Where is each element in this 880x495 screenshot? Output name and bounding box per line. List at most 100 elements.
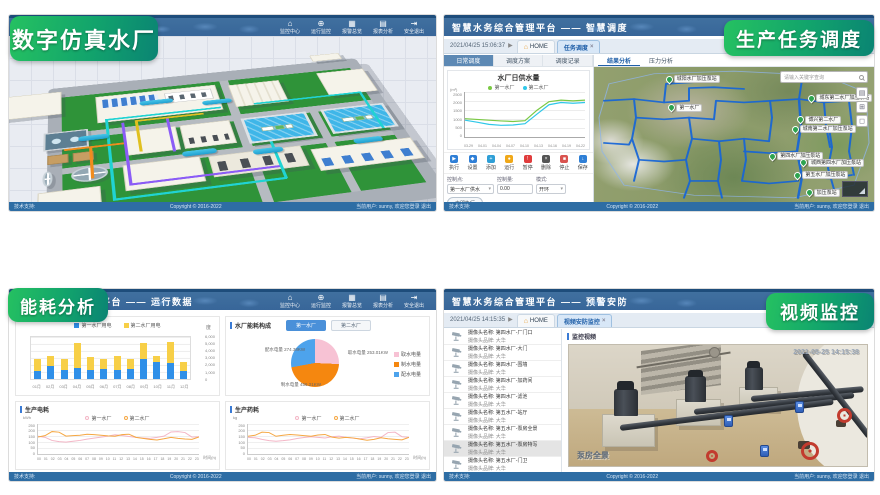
legend-item: 第一水厂用电 — [74, 322, 111, 329]
toolbar-label: 设置 — [468, 164, 478, 171]
x-tick: 09 — [99, 457, 103, 461]
map-layers-button[interactable]: ▤ — [856, 87, 868, 99]
y-tick: 200 — [238, 428, 245, 433]
y-tick: 1500 — [453, 108, 462, 113]
close-icon[interactable]: × — [602, 318, 606, 324]
map-overview-widget[interactable] — [842, 181, 868, 197]
toolbar-button-执行[interactable]: ▶执行 — [445, 155, 463, 171]
bar-group[interactable] — [114, 356, 121, 379]
camera-list-item-8[interactable]: 摄像头名称: 第五水厂-泵房特写摄像头品牌: 大华 — [444, 441, 561, 457]
nav-item-4[interactable]: ▤报表分析 — [371, 293, 395, 309]
toolbar-button-设置[interactable]: ◆设置 — [463, 155, 481, 171]
pipe-network-map[interactable]: 请输入关键字查询 ▤ ⊞ ◻ 城阳水厂加压泵站第一水厂城东第二水厂加压泵站博兴第… — [594, 67, 874, 202]
tab-home[interactable]: ⌂ HOME — [517, 40, 555, 53]
subtab-1[interactable]: 日常调度 — [444, 55, 494, 66]
camera-list-item-7[interactable]: 摄像头名称: 第五水厂-泵房全景摄像头品牌: 大华 — [444, 425, 561, 441]
close-icon[interactable]: × — [590, 44, 594, 50]
nav-item-5[interactable]: ⇥安全退出 — [402, 19, 426, 35]
nav-item-2[interactable]: ⊕运行监控 — [309, 293, 333, 309]
bar-group[interactable] — [61, 359, 68, 379]
map-marker[interactable]: 第五水厂加压泵站 — [794, 171, 848, 179]
control-value-input[interactable]: 0.00 — [497, 184, 533, 194]
nav-item-2[interactable]: ⊕运行监控 — [309, 19, 333, 35]
x-tick: 05 — [281, 457, 285, 461]
nav-item-3[interactable]: ▦报警总览 — [340, 293, 364, 309]
legend-item: 第一水厂 — [488, 84, 514, 91]
collapse-arrow-icon[interactable]: ▶ — [508, 42, 513, 49]
nav-item-3[interactable]: ▦报警总览 — [340, 19, 364, 35]
nav-item-1[interactable]: ⌂监控中心 — [278, 293, 302, 309]
map-marker[interactable]: 第一水厂 — [668, 104, 702, 112]
footer-user[interactable]: 当前用户: sunny, 欢迎您登录 退出 — [356, 203, 431, 210]
camera-list-item-6[interactable]: 摄像头名称: 第五水厂-站厅摄像头品牌: 大华 — [444, 409, 561, 425]
footer-user[interactable]: 当前用户: sunny, 欢迎您登录 退出 — [356, 473, 431, 480]
subtab-2[interactable]: 调度方案 — [494, 55, 544, 66]
map-marker[interactable]: 博兴第二水厂 — [797, 116, 841, 124]
toolbar-button-删除[interactable]: ×删除 — [537, 155, 555, 171]
bar-group[interactable] — [47, 356, 54, 379]
title-accent — [567, 333, 569, 340]
map-fullscreen-button[interactable]: ◻ — [856, 115, 868, 127]
x-tick: 16 — [147, 457, 151, 461]
toolbar-button-添加[interactable]: +添加 — [482, 155, 500, 171]
nav-item-1[interactable]: ⌂监控中心 — [278, 19, 302, 35]
tab-video-security[interactable]: 视频安防监控× — [557, 314, 613, 327]
y-tick: 100 — [28, 440, 35, 445]
camera-list-item-4[interactable]: 摄像头名称: 第四水厂-加药间摄像头品牌: 大华 — [444, 377, 561, 393]
collapse-arrow-icon[interactable]: ▶ — [508, 316, 513, 323]
map-marker[interactable]: 城阳水厂加压泵站 — [666, 75, 720, 83]
bar-group[interactable] — [180, 362, 187, 379]
bar-group[interactable] — [127, 359, 134, 379]
x-tick: 06 — [288, 457, 292, 461]
exit-icon: ⇥ — [411, 293, 418, 302]
bar-group[interactable] — [100, 359, 107, 379]
mode-select[interactable]: 开环▾ — [536, 184, 566, 194]
map-search-input[interactable]: 请输入关键字查询 — [780, 71, 868, 83]
footer-user[interactable]: 当前用户: sunny, 欢迎您登录 退出 — [794, 203, 869, 210]
control-point-select[interactable]: 第一水厂供水▾ — [447, 184, 494, 194]
nav-item-4[interactable]: ▤报表分析 — [371, 19, 395, 35]
toolbar-button-暂停[interactable]: !暂停 — [519, 155, 537, 171]
map-marker[interactable]: 加压泵站 — [806, 189, 840, 197]
chevron-down-icon: ▾ — [488, 186, 491, 192]
camera-list-item-5[interactable]: 摄像头名称: 第四水厂-滤池摄像头品牌: 大华 — [444, 393, 561, 409]
bar-group[interactable] — [140, 343, 147, 378]
toolbar-icon: ↓ — [579, 155, 587, 163]
footer-user[interactable]: 当前用户: sunny, 欢迎您登录 退出 — [794, 473, 869, 480]
bar-group[interactable] — [74, 343, 81, 378]
camera-brand: 摄像头品牌: 大华 — [468, 353, 527, 360]
map-marker[interactable]: 城西第四水厂加压泵站 — [800, 159, 864, 167]
bar-group[interactable] — [87, 357, 94, 379]
camera-list-item-3[interactable]: 摄像头名称: 第四水厂-围墙摄像头品牌: 大华 — [444, 361, 561, 377]
nav-item-label: 安全退出 — [404, 28, 424, 35]
marker-label: 博兴第二水厂 — [805, 116, 841, 124]
bar-group[interactable] — [153, 356, 160, 379]
pie-tab-2[interactable]: 第二水厂 — [331, 320, 371, 331]
tab-task-dispatch[interactable]: 任务调度× — [557, 40, 601, 53]
map-grid-button[interactable]: ⊞ — [856, 101, 868, 113]
camera-list-item-9[interactable]: 摄像头名称: 第五水厂-门卫摄像头品牌: 大华 — [444, 457, 561, 472]
control-form: 控制点: 第一水厂供水▾ 控制量: 0.00 模式: 开环▾ 立即执行 — [444, 174, 593, 202]
video-player[interactable]: 2021-05-25 14:15:38 泵房全景 — [568, 344, 868, 467]
y-tick: 0 — [460, 133, 462, 138]
pie-tab-1[interactable]: 第一水厂 — [286, 320, 326, 331]
camera-list-item-1[interactable]: 摄像头名称: 第四水厂-厂门口摄像头品牌: 大华 — [444, 329, 561, 345]
bar-group[interactable] — [167, 342, 174, 379]
camera-list-item-2[interactable]: 摄像头名称: 第四水厂-大门摄像头品牌: 大华 — [444, 345, 561, 361]
nav-item-5[interactable]: ⇥安全退出 — [402, 293, 426, 309]
toolbar-button-保存[interactable]: ↓保存 — [574, 155, 592, 171]
map-marker[interactable]: 城南第二水厂加压泵站 — [792, 125, 856, 133]
toolbar-button-运行[interactable]: ●运行 — [500, 155, 518, 171]
bar-group[interactable] — [34, 359, 41, 379]
subtab-3[interactable]: 调度记录 — [543, 55, 593, 66]
y-tick: 50 — [241, 445, 245, 450]
map-tab-1[interactable]: 结果分析 — [598, 55, 640, 66]
toolbar-button-停止[interactable]: ■停止 — [555, 155, 573, 171]
x-tick: 07 — [295, 457, 299, 461]
camera-brand: 摄像头品牌: 大华 — [468, 385, 532, 392]
flow-meter — [724, 415, 733, 427]
valve-handwheel — [837, 408, 852, 423]
tab-home[interactable]: ⌂ HOME — [517, 314, 555, 327]
map-tab-2[interactable]: 压力分析 — [640, 55, 682, 66]
y-tick: 100 — [238, 440, 245, 445]
